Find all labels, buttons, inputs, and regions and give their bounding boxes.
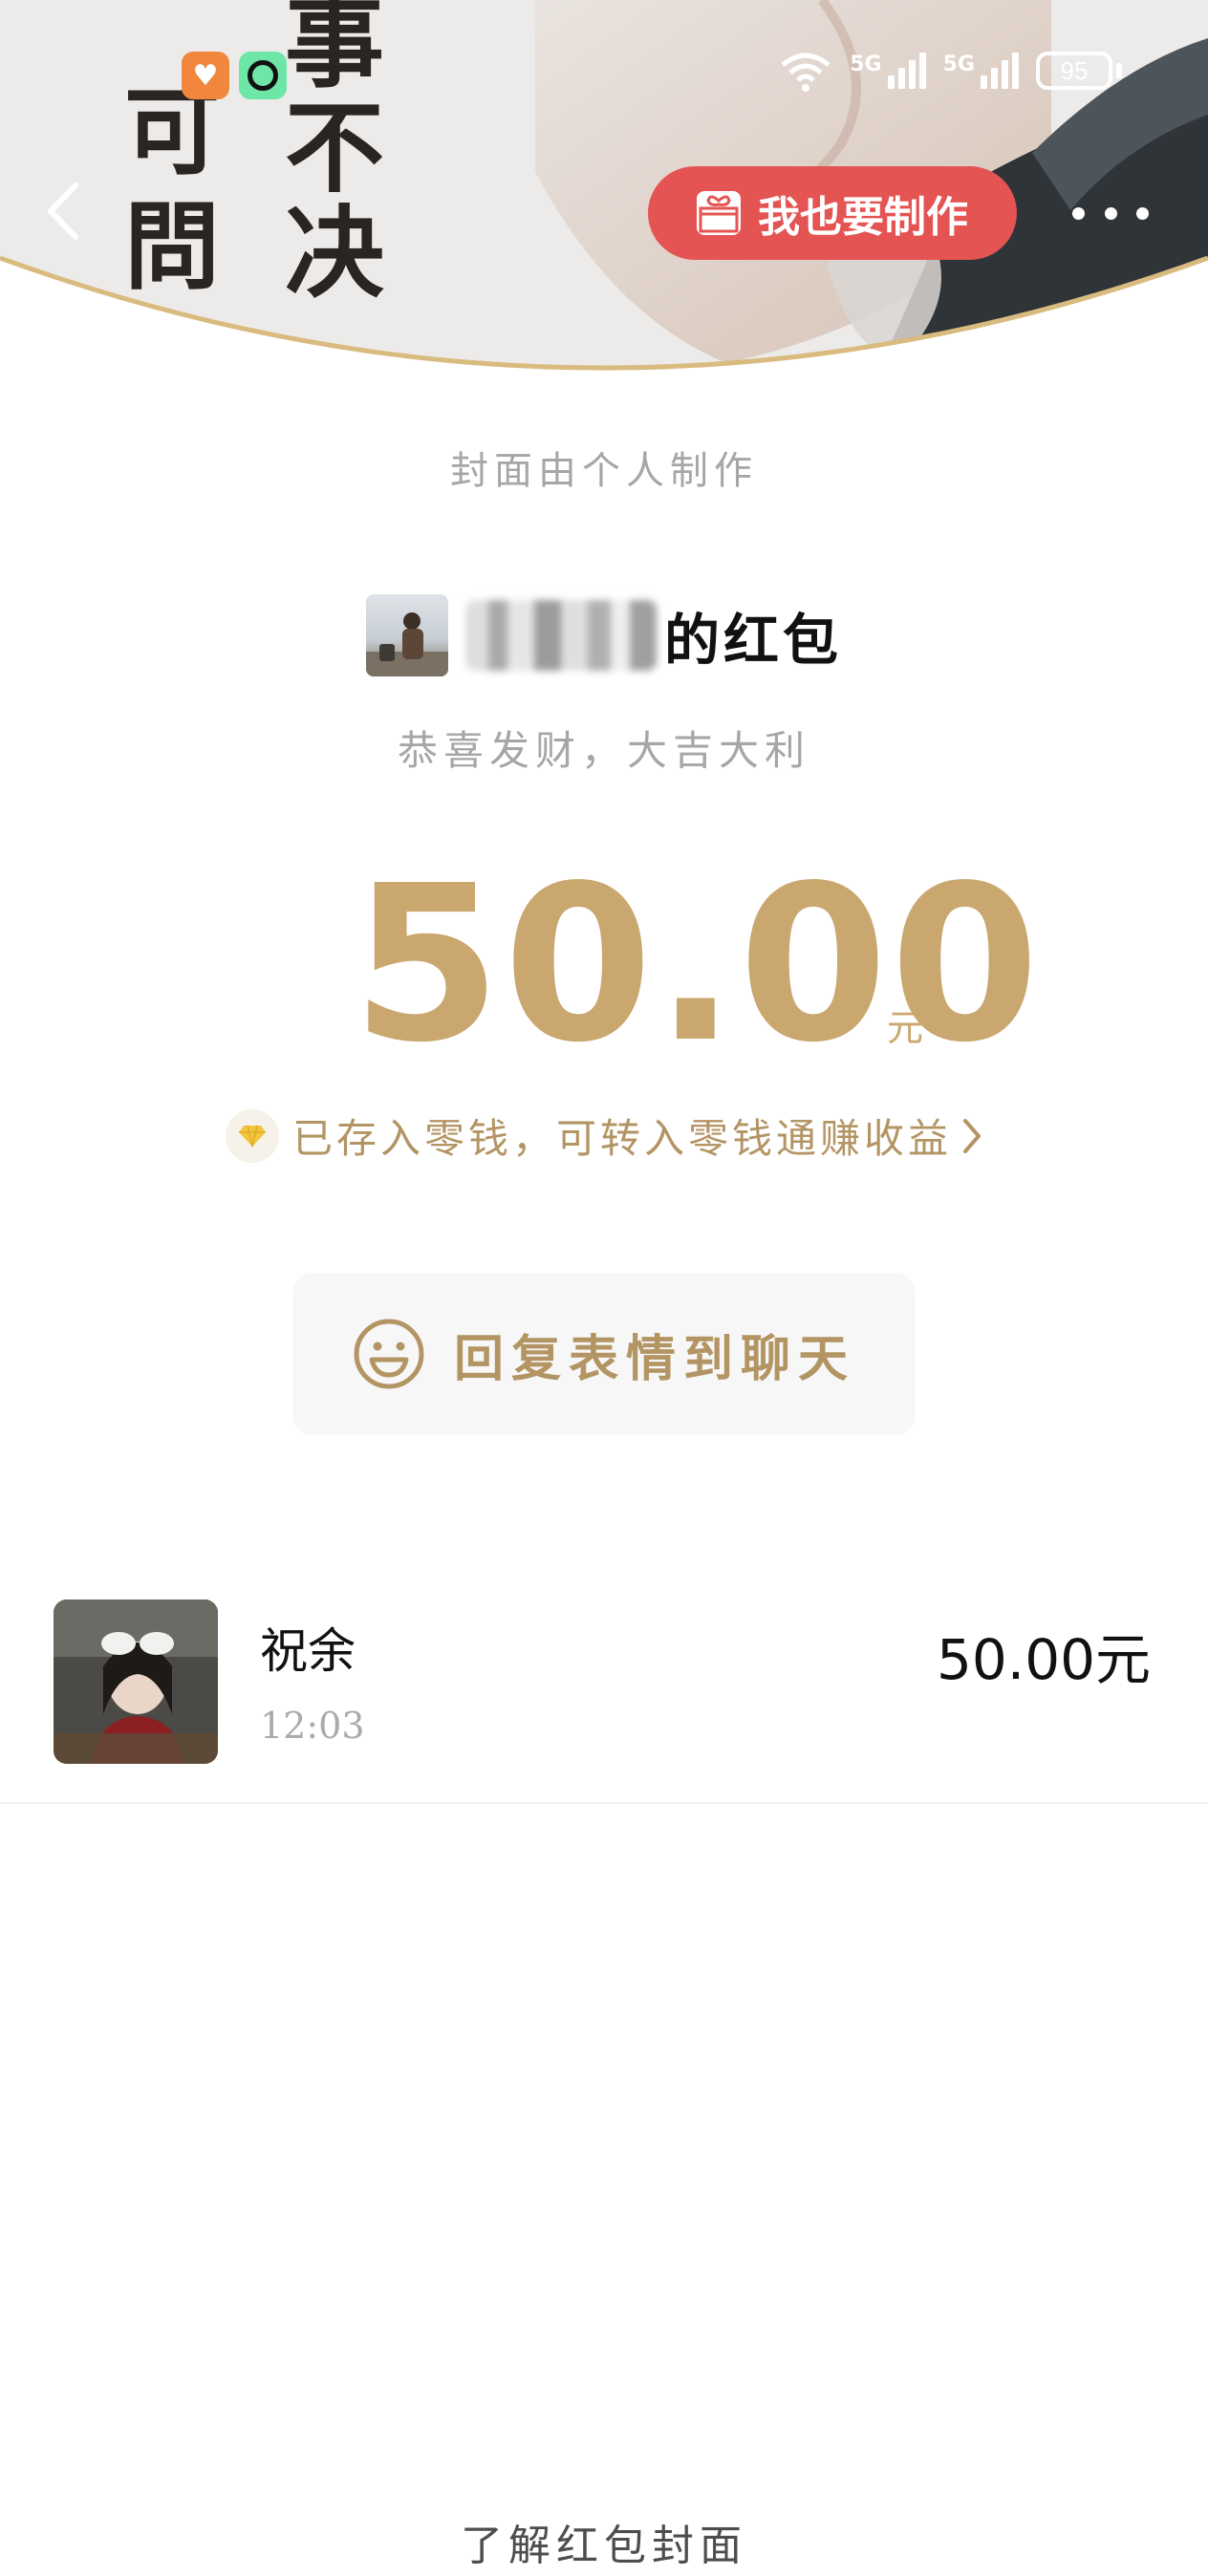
- make-cover-label: 我也要制作: [758, 193, 968, 242]
- more-options-button[interactable]: [1072, 189, 1149, 237]
- battery-level: 95: [1060, 55, 1089, 85]
- signal-1-label: 5G: [850, 53, 882, 76]
- amount-display: 50.00 元: [0, 855, 1208, 1075]
- cell-signal-2: 5G: [943, 53, 1019, 89]
- receiver-amount: 50.00元: [936, 1627, 1151, 1692]
- sender-name-blurred: [464, 600, 657, 671]
- more-dot-icon: [1104, 206, 1117, 220]
- sender-avatar: [365, 594, 448, 676]
- make-cover-button[interactable]: 我也要制作: [648, 166, 1017, 260]
- blessing-text: 恭喜发财，大吉大利: [397, 727, 810, 774]
- cover-credit-note: 封面由个人制作: [450, 449, 758, 493]
- wifi-icon: [781, 53, 830, 92]
- amount-unit: 元: [887, 1007, 924, 1049]
- receive-time: 12:03: [260, 1705, 365, 1747]
- receiver-avatar[interactable]: [54, 1599, 218, 1764]
- learn-cover-link[interactable]: 了解红包封面: [0, 2511, 1208, 2572]
- receiver-name: 祝余: [260, 1623, 356, 1679]
- reply-sticker-button[interactable]: 回复表情到聊天: [292, 1273, 916, 1435]
- reply-sticker-label: 回复表情到聊天: [453, 1330, 855, 1388]
- cell-signal-1: 5G: [850, 53, 926, 89]
- battery-tip: [1116, 63, 1122, 78]
- sender-name-suffix: 的红包: [663, 608, 842, 673]
- saved-to-change-link[interactable]: 已存入零钱，可转入零钱通赚收益: [0, 1106, 1208, 1165]
- amount-value: 50.00: [352, 840, 1042, 1090]
- camera-app-icon: [239, 52, 287, 99]
- signal-2-label: 5G: [942, 53, 975, 76]
- more-dot-icon: [1072, 206, 1085, 220]
- back-button[interactable]: [38, 178, 86, 245]
- cover-calligraphy-1: 事不决: [285, 0, 385, 311]
- list-divider: [0, 1802, 1208, 1804]
- smiley-icon: [354, 1319, 424, 1389]
- gift-icon: [697, 191, 741, 235]
- chevron-left-icon: [48, 182, 78, 240]
- more-dot-icon: [1136, 206, 1149, 220]
- cover-calligraphy-2: 可問: [124, 75, 220, 303]
- saved-notice-text: 已存入零钱，可转入零钱通赚收益: [291, 1115, 952, 1162]
- heart-app-icon: ♥: [182, 52, 229, 99]
- chevron-right-icon: [963, 1118, 981, 1153]
- diamond-icon: [225, 1108, 279, 1163]
- battery-indicator: 95: [1036, 52, 1112, 90]
- status-bar-right: 5G 5G 95: [779, 50, 1122, 92]
- sender-row: 的红包: [0, 594, 1208, 676]
